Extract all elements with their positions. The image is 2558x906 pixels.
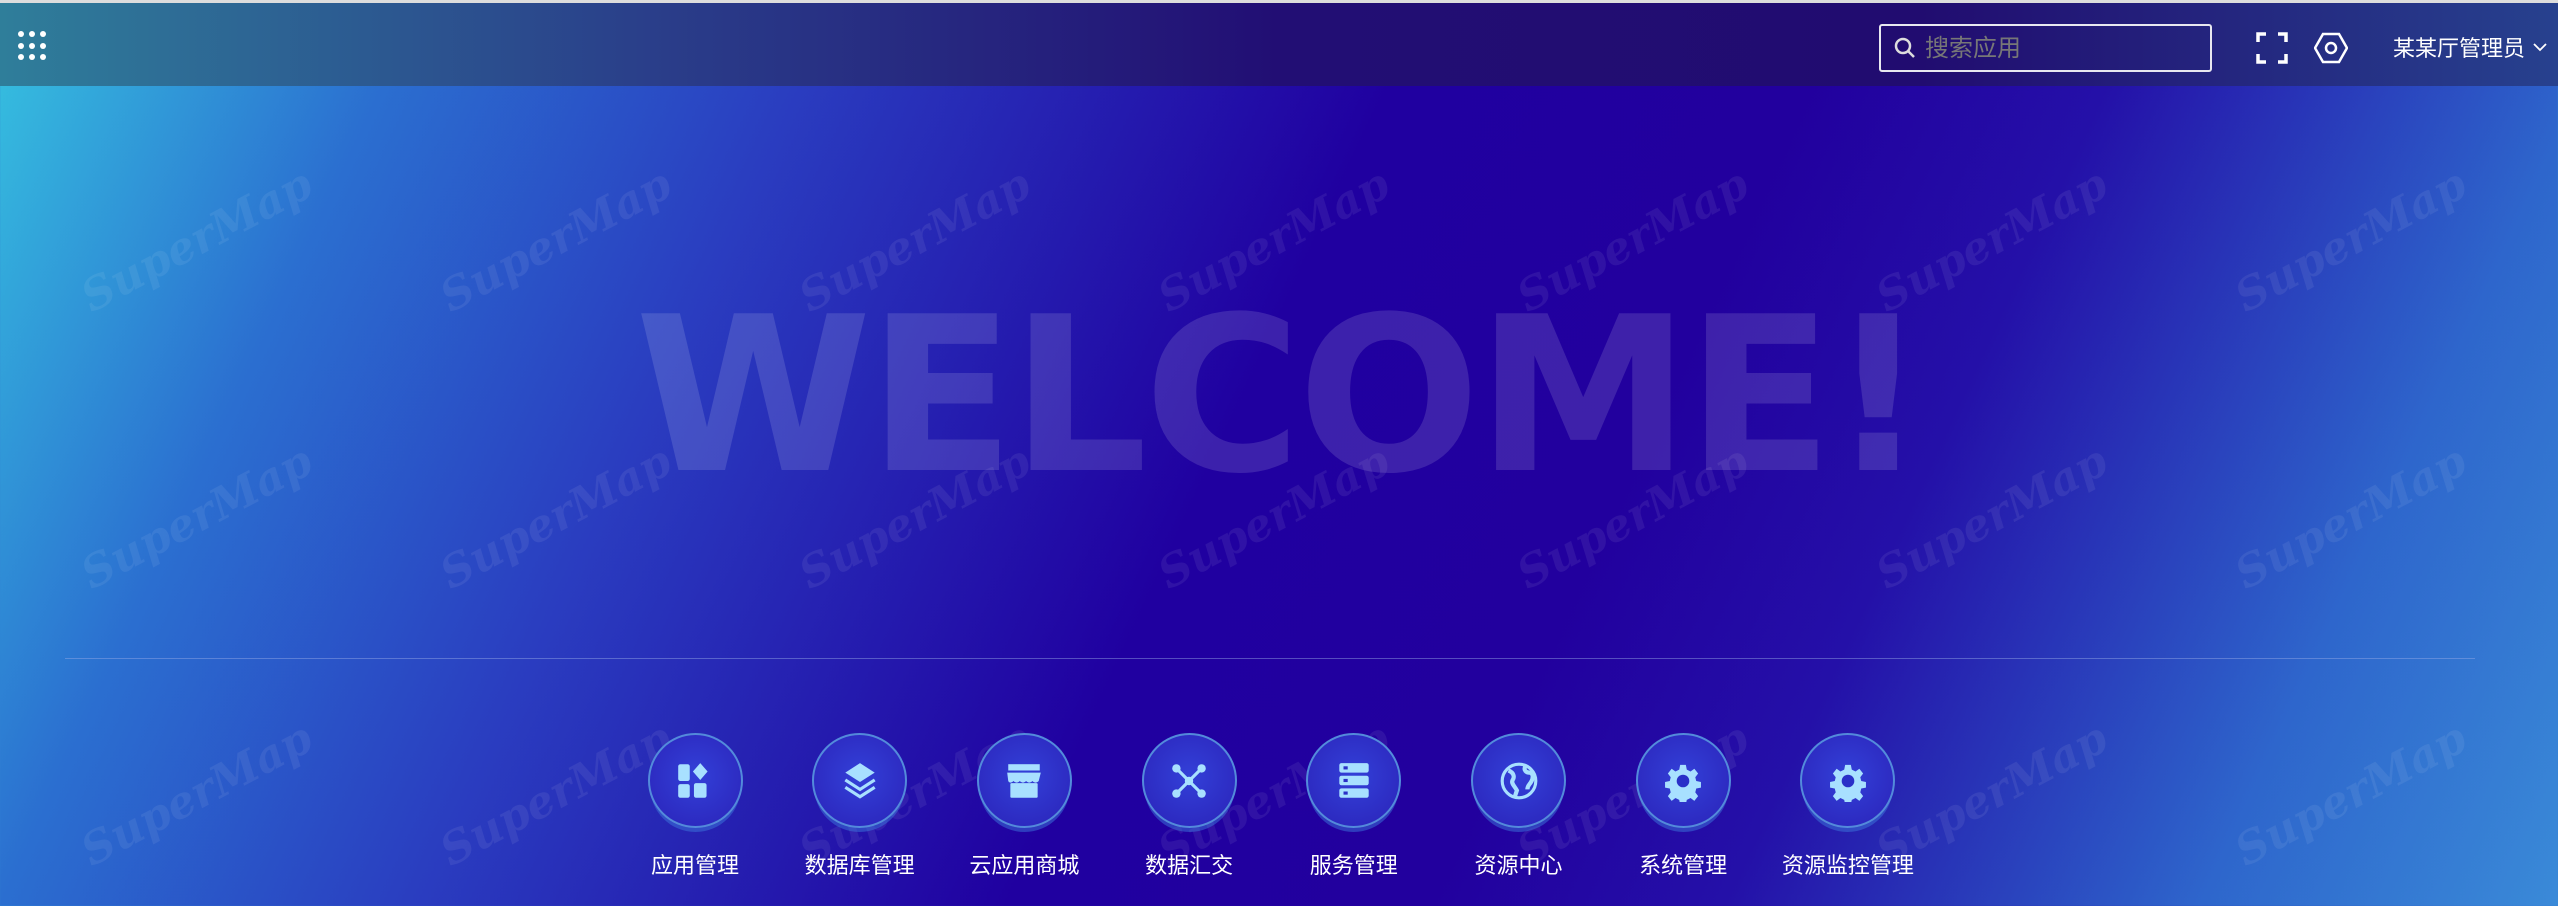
- nav-item-label: 数据汇交: [1145, 854, 1234, 879]
- nav-item-8[interactable]: 资源监控管理: [1768, 733, 1928, 880]
- layers-icon: [844, 762, 876, 799]
- user-menu[interactable]: 某某厅管理员: [2393, 31, 2547, 63]
- nav-item-label: 服务管理: [1309, 854, 1398, 879]
- apps-grid-icon[interactable]: [18, 31, 48, 61]
- network-icon: [1172, 763, 1206, 798]
- welcome-heading: WELCOME!: [634, 270, 1927, 521]
- nav-item-label: 资源监控管理: [1781, 854, 1914, 879]
- settings-hex-icon[interactable]: [2314, 31, 2348, 65]
- nav-item-label: 应用管理: [650, 854, 739, 879]
- server-icon: [1339, 762, 1369, 798]
- nav-item-6[interactable]: 资源中心: [1439, 733, 1599, 880]
- watermark-text: SuperMap: [72, 712, 321, 877]
- search-icon: [1894, 37, 1915, 58]
- nav-icon-circle[interactable]: [1635, 733, 1731, 828]
- nav-item-7[interactable]: 系统管理: [1603, 733, 1763, 880]
- search-box[interactable]: [1879, 24, 2212, 72]
- nav-icon-circle[interactable]: [647, 733, 743, 828]
- nav-icon-circle[interactable]: [1471, 733, 1566, 828]
- apps-icon: [678, 762, 708, 798]
- store-icon: [1007, 763, 1042, 798]
- nav-icon-circle[interactable]: [976, 733, 1072, 828]
- nav-item-1[interactable]: 应用管理: [615, 733, 775, 880]
- nav-icon-circle[interactable]: [1800, 733, 1896, 828]
- top-bar: 某某厅管理员: [0, 0, 2558, 86]
- nav-icon-circle[interactable]: [812, 733, 908, 828]
- nav-item-2[interactable]: 数据库管理: [780, 733, 940, 880]
- user-name: 某某厅管理员: [2393, 37, 2526, 62]
- search-input[interactable]: [1925, 34, 2185, 62]
- nav-item-label: 系统管理: [1639, 854, 1728, 879]
- nav-item-label: 云应用商城: [969, 854, 1080, 879]
- fullscreen-icon[interactable]: [2255, 31, 2289, 65]
- gear-icon: [1829, 764, 1866, 802]
- gear-icon: [1665, 764, 1702, 802]
- nav-item-4[interactable]: 数据汇交: [1109, 733, 1269, 880]
- chevron-down-icon: [2533, 43, 2547, 52]
- nav-item-label: 资源中心: [1474, 854, 1563, 879]
- nav-item-label: 数据库管理: [804, 854, 915, 879]
- nav-icon-circle[interactable]: [1141, 733, 1237, 828]
- nav-item-5[interactable]: 服务管理: [1274, 733, 1434, 880]
- nav-item-3[interactable]: 云应用商城: [944, 733, 1104, 880]
- watermark-text: SuperMap: [2226, 712, 2475, 877]
- divider: [65, 658, 2475, 659]
- nav-icon-circle[interactable]: [1306, 733, 1402, 828]
- globe-icon: [1500, 762, 1537, 799]
